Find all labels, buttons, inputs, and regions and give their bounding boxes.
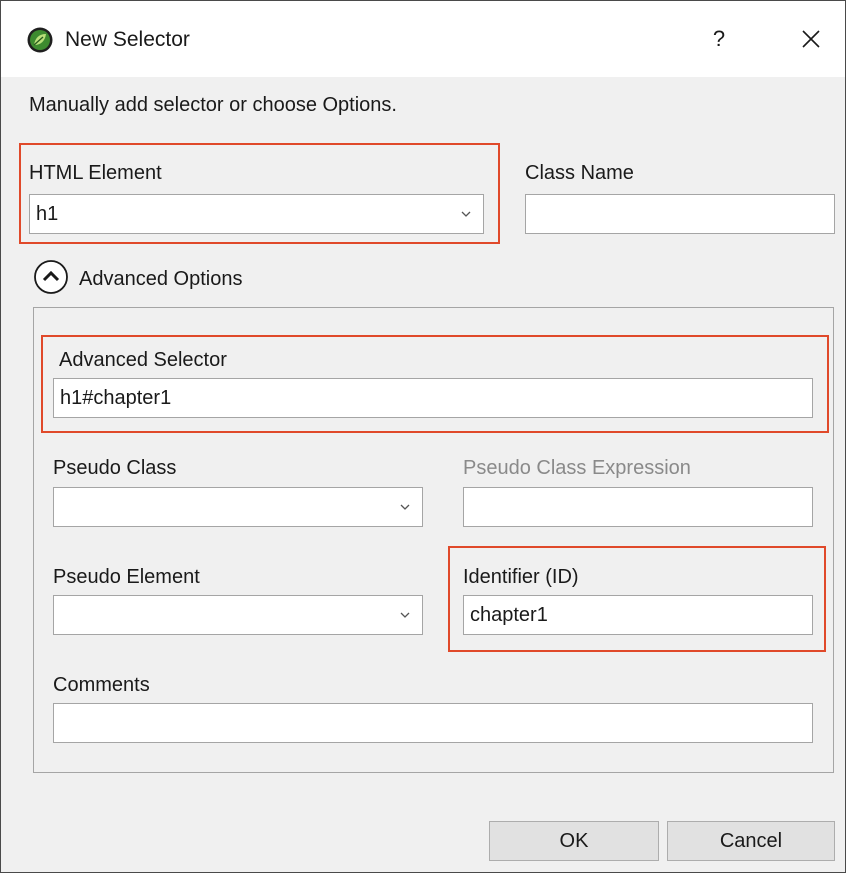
chevron-down-icon	[461, 211, 471, 217]
advanced-options-toggle-label[interactable]: Advanced Options	[79, 265, 242, 293]
help-button[interactable]: ?	[699, 17, 739, 61]
close-icon	[802, 30, 820, 48]
new-selector-dialog: New Selector ? Manually add selector or …	[0, 0, 846, 873]
comments-input[interactable]	[53, 703, 813, 743]
identifier-label: Identifier (ID)	[463, 566, 579, 588]
pseudo-class-select[interactable]	[53, 487, 423, 527]
pseudo-class-expression-label: Pseudo Class Expression	[463, 457, 691, 479]
collapse-up-icon[interactable]	[33, 259, 69, 295]
pseudo-class-label: Pseudo Class	[53, 457, 177, 479]
advanced-selector-input[interactable]: h1#chapter1	[53, 378, 813, 418]
class-name-label: Class Name	[525, 162, 634, 184]
html-element-select[interactable]: h1	[29, 194, 484, 234]
html-element-value: h1	[36, 203, 59, 225]
pseudo-element-label: Pseudo Element	[53, 566, 200, 588]
pseudo-class-expression-input[interactable]	[463, 487, 813, 527]
comments-label: Comments	[53, 674, 150, 696]
chevron-down-icon	[400, 504, 410, 510]
chevron-down-icon	[400, 612, 410, 618]
ok-button[interactable]: OK	[489, 821, 659, 861]
advanced-selector-label: Advanced Selector	[59, 349, 227, 371]
intro-text: Manually add selector or choose Options.	[29, 94, 397, 116]
identifier-input[interactable]: chapter1	[463, 595, 813, 635]
window-title: New Selector	[65, 28, 190, 51]
title-bar: New Selector ?	[1, 1, 845, 77]
close-button[interactable]	[789, 17, 833, 61]
pseudo-element-select[interactable]	[53, 595, 423, 635]
app-leaf-icon	[27, 27, 53, 53]
html-element-label: HTML Element	[29, 162, 162, 184]
cancel-button[interactable]: Cancel	[667, 821, 835, 861]
class-name-input[interactable]	[525, 194, 835, 234]
